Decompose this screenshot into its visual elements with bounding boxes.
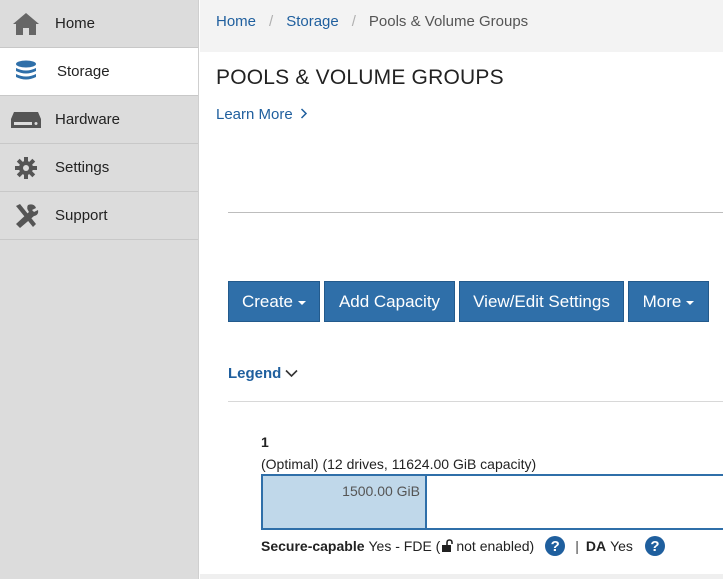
breadcrumb-current: Pools & Volume Groups [368, 13, 529, 30]
create-button-label: Create [241, 291, 294, 311]
unlock-icon [442, 539, 454, 552]
gear-icon [10, 154, 42, 182]
breadcrumb-storage-link[interactable]: Storage [286, 13, 339, 30]
secure-capable-suffix: not enabled) [456, 538, 535, 554]
legend-toggle[interactable]: Legend [228, 365, 298, 382]
capacity-bar[interactable]: 1500.00 GiB [261, 474, 723, 530]
da-label: DA [585, 538, 607, 554]
hardware-icon [10, 106, 42, 134]
breadcrumb: Home / Storage / Pools & Volume Groups [216, 13, 528, 30]
capacity-used-segment[interactable]: 1500.00 GiB [263, 476, 427, 528]
more-button[interactable]: More [628, 281, 709, 322]
divider [228, 212, 723, 213]
learn-more-label: Learn More [216, 106, 293, 123]
tools-icon [10, 202, 42, 230]
chevron-down-icon [285, 369, 298, 378]
learn-more-link[interactable]: Learn More [216, 106, 308, 123]
toolbar: Create Add Capacity View/Edit Settings M… [228, 281, 713, 322]
home-icon [10, 10, 42, 38]
pool-status: (Optimal) (12 drives, 11624.00 GiB capac… [261, 456, 537, 472]
breadcrumb-home-link[interactable]: Home [216, 13, 256, 30]
bottom-strip [200, 574, 723, 579]
sidebar-item-label: Hardware [55, 111, 121, 128]
caret-down-icon [298, 300, 307, 305]
caret-down-icon [686, 300, 695, 305]
sidebar-item-support[interactable]: Support [0, 192, 198, 240]
da-value: Yes [610, 538, 633, 554]
sidebar-item-settings[interactable]: Settings [0, 144, 198, 192]
view-edit-settings-button[interactable]: View/Edit Settings [459, 281, 624, 322]
sidebar-item-label: Home [55, 15, 96, 32]
page-title: POOLS & VOLUME GROUPS [216, 66, 504, 89]
sidebar-item-label: Support [55, 207, 108, 224]
sidebar-item-home[interactable]: Home [0, 0, 198, 48]
sidebar-item-storage[interactable]: Storage [0, 48, 198, 96]
chevron-right-icon [300, 108, 307, 119]
legend-label: Legend [228, 365, 282, 382]
sidebar-item-hardware[interactable]: Hardware [0, 96, 198, 144]
secure-capable-label: Secure-capable [261, 538, 365, 554]
view-edit-settings-label: View/Edit Settings [473, 291, 610, 311]
add-capacity-label: Add Capacity [338, 291, 441, 311]
database-icon [10, 58, 42, 86]
secure-capable-value: Yes - FDE ( [368, 538, 441, 554]
sidebar: Home Storage Hardware Settings Support [0, 0, 199, 579]
pool-name: 1 [261, 434, 269, 450]
help-icon[interactable]: ? [644, 536, 665, 556]
add-capacity-button[interactable]: Add Capacity [324, 281, 455, 322]
sidebar-item-label: Storage [57, 63, 110, 80]
more-button-label: More [642, 291, 682, 311]
separator: | [575, 538, 579, 554]
breadcrumb-separator: / [351, 13, 356, 30]
security-row: Secure-capable Yes - FDE ( not enabled) … [261, 536, 665, 556]
sidebar-item-label: Settings [55, 159, 110, 176]
breadcrumb-bar: Home / Storage / Pools & Volume Groups [200, 0, 723, 52]
help-icon[interactable]: ? [545, 536, 566, 556]
main-content: Home / Storage / Pools & Volume Groups P… [200, 0, 723, 579]
create-button[interactable]: Create [228, 281, 320, 322]
breadcrumb-separator: / [269, 13, 274, 30]
divider [228, 401, 723, 402]
